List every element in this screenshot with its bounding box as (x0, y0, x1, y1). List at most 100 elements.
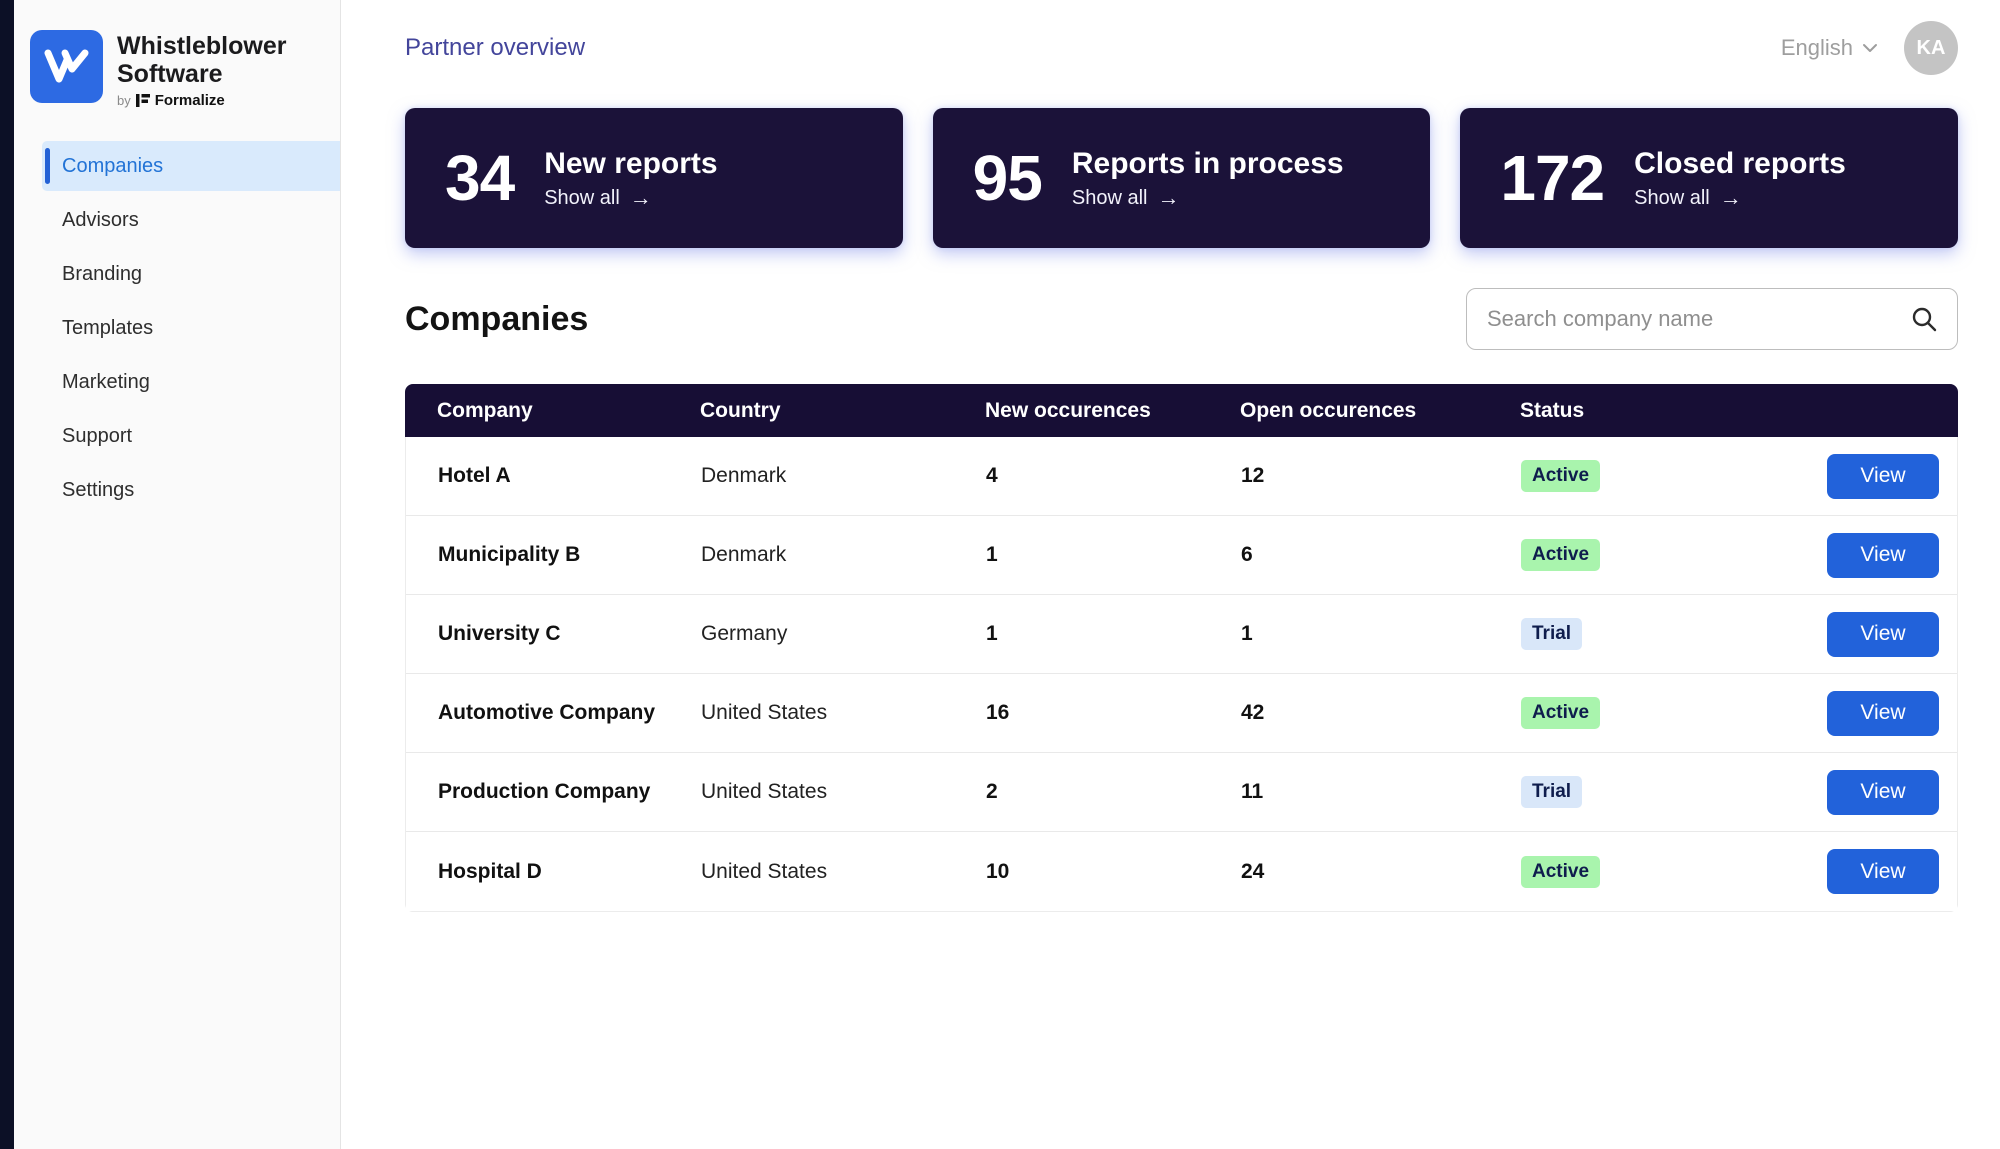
sidebar-item-branding[interactable]: Branding (42, 249, 340, 299)
stat-value: 172 (1500, 142, 1605, 214)
new-occurrences-count: 1 (986, 622, 998, 645)
status-badge: Trial (1521, 618, 1583, 650)
view-button[interactable]: View (1827, 769, 1939, 815)
column-header-open-occurences: Open occurences (1240, 398, 1417, 422)
new-occurrences-count: 16 (986, 701, 1010, 724)
view-button[interactable]: View (1827, 532, 1939, 578)
formalize-logo-icon (135, 94, 150, 107)
column-header-status: Status (1520, 398, 1585, 422)
company-country: Denmark (701, 543, 787, 566)
sidebar-item-support[interactable]: Support (42, 411, 340, 461)
open-occurrences-count: 24 (1241, 859, 1265, 883)
stat-label: Closed reports (1634, 146, 1846, 180)
stat-label: New reports (544, 146, 718, 180)
stat-text: Reports in process Show all → (1072, 147, 1344, 210)
show-all-label: Show all (1071, 186, 1148, 209)
action-cell: View (1766, 769, 1939, 815)
sidebar-item-label: Advisors (62, 208, 139, 231)
breadcrumb[interactable]: Partner overview (405, 34, 585, 62)
active-indicator (45, 148, 50, 184)
company-name: Municipality B (438, 543, 581, 566)
company-name: Hospital D (438, 859, 542, 883)
table-row: Hotel A Denmark 4 12 Active View (406, 437, 1957, 516)
left-edge-strip (0, 0, 14, 1149)
search-input[interactable] (1466, 288, 1958, 350)
sidebar-item-companies[interactable]: Companies (42, 141, 340, 191)
table-row: Hospital D United States 10 24 Active Vi… (406, 832, 1957, 911)
topbar: Partner overview English KA (405, 20, 1958, 76)
company-name: University C (438, 622, 561, 645)
status-cell: Trial (1521, 776, 1766, 808)
companies-table: Company Country New occurences Open occu… (405, 384, 1958, 912)
brand: Whistleblower Software by Formalize (14, 0, 340, 109)
table-row: Automotive Company United States 16 42 A… (406, 674, 1957, 753)
status-cell: Active (1521, 460, 1766, 492)
arrow-right-icon: → (1157, 185, 1180, 210)
status-badge: Trial (1521, 776, 1583, 808)
brand-byline: by Formalize (117, 92, 286, 109)
page-title: Companies (405, 299, 589, 338)
view-button[interactable]: View (1827, 611, 1939, 657)
stats-row: 34 New reports Show all → 95 Reports in … (405, 108, 1959, 248)
company-country: United States (701, 859, 828, 883)
status-cell: Active (1521, 539, 1766, 571)
logo-w-mark (44, 49, 88, 82)
app-window: Whistleblower Software by Formalize Comp (0, 0, 2000, 1149)
sidebar-item-label: Support (62, 424, 133, 447)
open-occurrences-count: 1 (1241, 622, 1253, 645)
language-selector[interactable]: English (1781, 35, 1878, 61)
arrow-right-icon: → (629, 185, 652, 210)
table-row: University C Germany 1 1 Trial View (406, 595, 1957, 674)
topbar-right: English KA (1781, 21, 1958, 75)
open-occurrences-count: 11 (1241, 780, 1264, 803)
status-cell: Active (1521, 855, 1766, 888)
show-all-link[interactable]: Show all → (1072, 187, 1344, 210)
new-occurrences-count: 10 (986, 859, 1010, 883)
status-badge: Active (1521, 697, 1601, 729)
sidebar-item-marketing[interactable]: Marketing (42, 357, 340, 407)
table-row: Municipality B Denmark 1 6 Active View (406, 516, 1957, 595)
view-button[interactable]: View (1827, 690, 1939, 736)
column-header-country: Country (700, 398, 781, 422)
arrow-right-icon: → (1719, 185, 1742, 210)
stat-value: 95 (972, 142, 1043, 214)
stat-card-closed-reports: 172 Closed reports Show all → (1460, 108, 1959, 248)
action-cell: View (1766, 611, 1939, 657)
status-cell: Trial (1521, 618, 1766, 650)
chevron-down-icon (1863, 44, 1877, 52)
sidebar-item-settings[interactable]: Settings (42, 465, 340, 515)
company-country: Germany (701, 622, 788, 645)
section-header: Companies (405, 288, 1958, 350)
language-label: English (1780, 35, 1853, 60)
search-icon[interactable] (1910, 305, 1938, 333)
byline-brand: Formalize (154, 92, 225, 109)
status-cell: Active (1521, 697, 1766, 729)
view-button[interactable]: View (1827, 849, 1939, 894)
open-occurrences-count: 6 (1241, 543, 1253, 566)
action-cell: View (1766, 690, 1939, 736)
sidebar-item-label: Branding (62, 262, 143, 285)
action-cell: View (1766, 532, 1939, 578)
show-all-label: Show all (1634, 186, 1710, 209)
sidebar-item-templates[interactable]: Templates (42, 303, 340, 353)
action-cell: View (1766, 849, 1939, 894)
stat-card-new-reports: 34 New reports Show all → (405, 108, 903, 248)
table-body: Hotel A Denmark 4 12 Active View Municip… (405, 437, 1958, 912)
brand-name: Whistleblower Software (117, 32, 287, 88)
avatar-initials: KA (1916, 36, 1946, 59)
sidebar: Whistleblower Software by Formalize Comp (14, 0, 341, 1149)
view-button[interactable]: View (1827, 453, 1939, 499)
company-name: Hotel A (438, 464, 511, 487)
show-all-label: Show all (544, 186, 620, 209)
avatar[interactable]: KA (1904, 21, 1958, 75)
sidebar-nav: Companies Advisors Branding Templates Ma… (14, 141, 340, 515)
sidebar-item-advisors[interactable]: Advisors (42, 195, 340, 245)
company-country: Denmark (701, 464, 787, 487)
new-occurrences-count: 2 (986, 780, 998, 803)
show-all-link[interactable]: Show all → (544, 187, 717, 210)
company-country: United States (701, 780, 828, 803)
brand-text: Whistleblower Software by Formalize (117, 30, 286, 109)
show-all-link[interactable]: Show all → (1634, 187, 1846, 210)
main-content: Partner overview English KA 34 New repor… (341, 0, 2000, 1149)
open-occurrences-count: 12 (1241, 464, 1265, 487)
